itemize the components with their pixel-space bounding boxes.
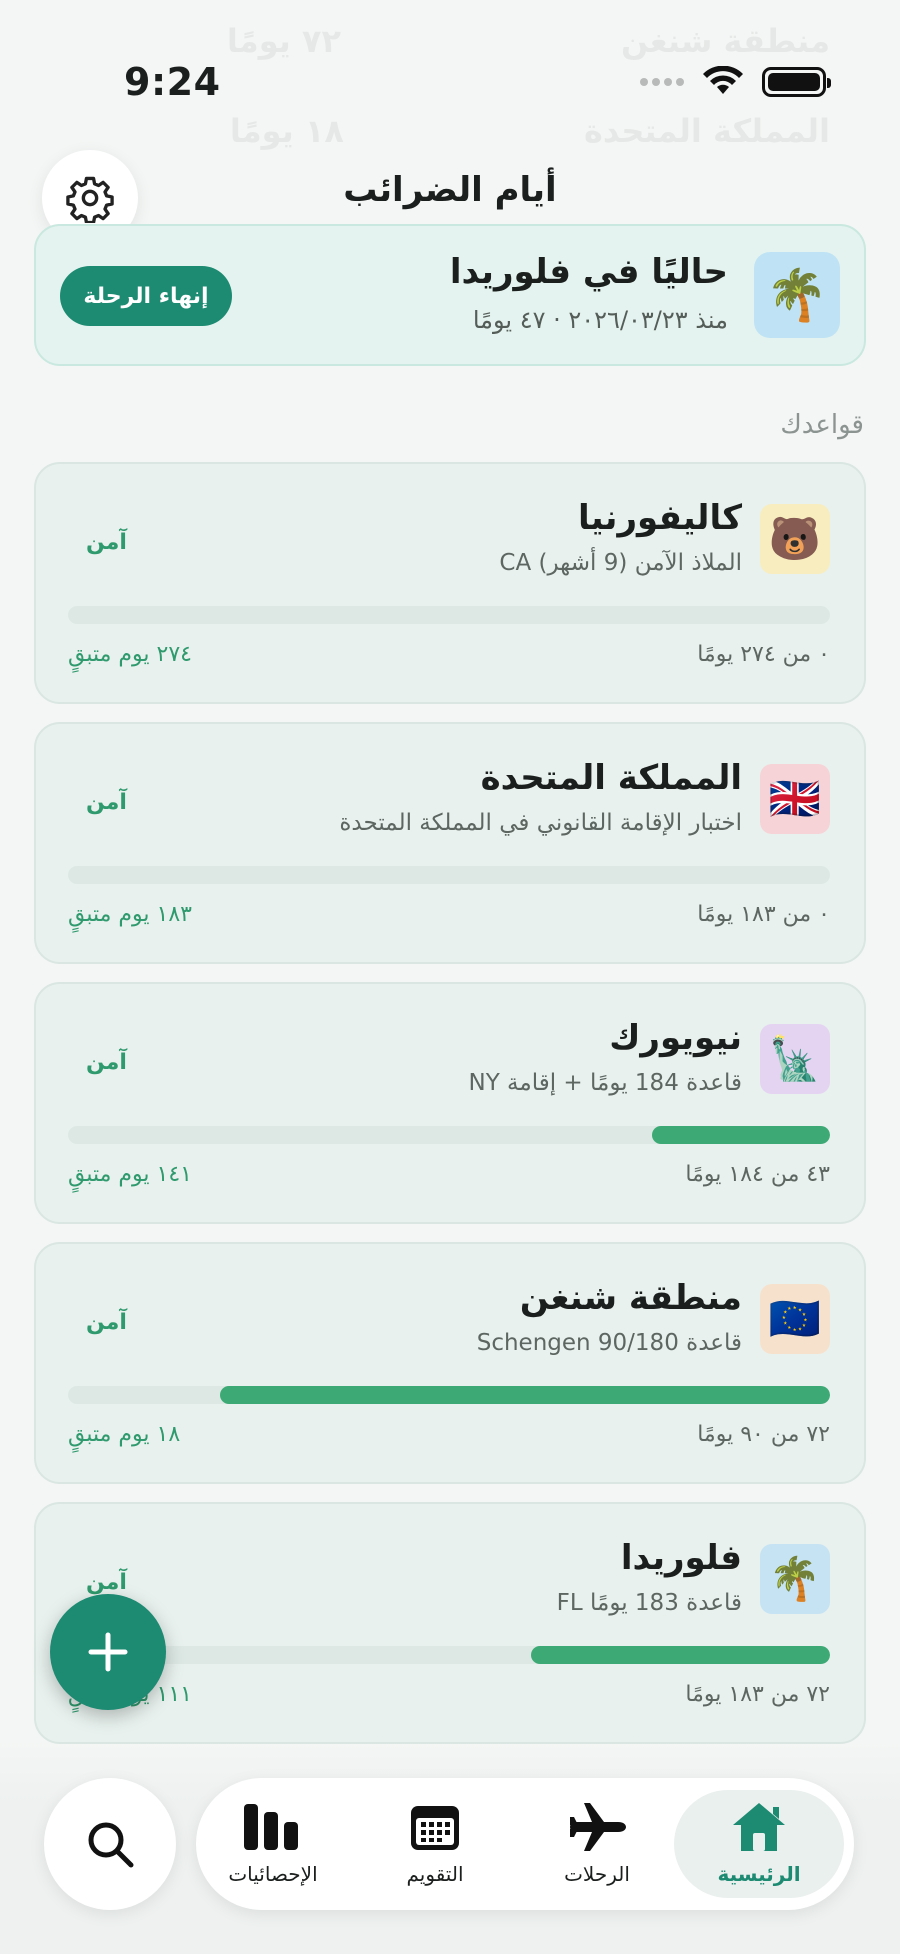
battery-icon [762,67,831,97]
rule-name: المملكة المتحدة [480,758,742,798]
progress-track [68,1386,830,1404]
days-remaining: ١٨ يوم متبقٍ [68,1422,181,1447]
rule-name: كاليفورنيا [578,498,742,538]
plane-icon [570,1803,626,1851]
plus-icon [88,1632,128,1672]
rule-description: قاعدة 184 يومًا + إقامة NY [468,1070,742,1096]
rule-description: اختبار الإقامة القانوني في المملكة المتح… [339,810,742,836]
status-icons [640,66,831,98]
tab-trips[interactable]: الرحلات [512,1790,682,1898]
rule-description: الملاذ الآمن (9 أشهر) CA [499,550,742,576]
days-remaining: ١٨٣ يوم متبقٍ [68,902,192,927]
rule-emoji: 🌴 [768,1554,822,1603]
status-badge: آمن [86,1570,127,1595]
search-icon [88,1822,134,1868]
tab-home[interactable]: الرئيسية [674,1790,844,1898]
days-remaining: ١٤١ يوم متبقٍ [68,1162,192,1187]
rule-card-uk[interactable]: 🇬🇧 المملكة المتحدة اختبار الإقامة القانو… [34,722,866,964]
progress-track [68,1646,830,1664]
progress-fill [651,1126,830,1144]
current-trip-emoji: 🌴 [765,265,829,324]
progress-track [68,1126,830,1144]
add-trip-button[interactable] [50,1594,166,1710]
rule-emoji: 🗽 [768,1034,822,1083]
rule-card-new-york[interactable]: 🗽 نيويورك قاعدة 184 يومًا + إقامة NY آمن… [34,982,866,1224]
days-used: ٠ من ١٨٣ يومًا [697,902,830,927]
status-badge: آمن [86,1310,127,1335]
days-used: ٧٢ من ١٨٣ يومًا [685,1682,830,1707]
search-button[interactable] [44,1778,176,1910]
palm-tree-icon: 🌴 [760,1544,830,1614]
tab-stats[interactable]: الإحصائيات [188,1790,358,1898]
days-remaining: ٢٧٤ يوم متبقٍ [68,642,192,667]
tab-label: التقويم [406,1862,464,1886]
bear-icon: 🐻 [760,504,830,574]
rule-description: قاعدة Schengen 90/180 [476,1330,742,1356]
rule-name: نيويورك [609,1018,742,1058]
rule-emoji: 🇬🇧 [768,774,822,823]
tab-calendar[interactable]: التقويم [350,1790,520,1898]
rule-description: قاعدة 183 يومًا FL [556,1590,742,1616]
current-trip-subtitle: منذ ٢٠٢٦/٠٣/٢٣ · ٤٧ يومًا [472,306,728,334]
tab-bar: الرئيسية الرحلات التقويم الإحصائيات [196,1778,854,1910]
progress-fill [220,1386,830,1404]
tab-label: الرئيسية [717,1862,801,1886]
rule-card-california[interactable]: 🐻 كاليفورنيا الملاذ الآمن (9 أشهر) CA آم… [34,462,866,704]
progress-track [68,606,830,624]
home-icon [733,1803,785,1851]
rule-card-florida[interactable]: 🌴 فلوريدا قاعدة 183 يومًا FL آمن ٧٢ من ١… [34,1502,866,1744]
rule-emoji: 🇪🇺 [768,1294,822,1343]
days-used: ٠ من ٢٧٤ يومًا [697,642,830,667]
rule-card-schengen[interactable]: 🇪🇺 منطقة شنغن قاعدة Schengen 90/180 آمن … [34,1242,866,1484]
header: أيام الضرائب [0,150,900,246]
rule-emoji: 🐻 [768,514,822,563]
stats-icon [244,1804,298,1850]
status-bar: 9:24 [0,0,900,120]
days-used: ٤٣ من ١٨٤ يومًا [685,1162,830,1187]
end-trip-button[interactable]: إنهاء الرحلة [60,266,232,326]
calendar-icon [411,1806,459,1850]
cellular-signal-icon [640,78,684,86]
rule-name: منطقة شنغن [519,1278,742,1318]
uk-flag-icon: 🇬🇧 [760,764,830,834]
days-used: ٧٢ من ٩٠ يومًا [697,1422,830,1447]
current-trip-card[interactable]: 🌴 حاليًا في فلوريدا منذ ٢٠٢٦/٠٣/٢٣ · ٤٧ … [34,224,866,366]
page-title: أيام الضرائب [343,170,557,210]
eu-flag-icon: 🇪🇺 [760,1284,830,1354]
rule-name: فلوريدا [620,1538,742,1578]
progress-fill [530,1646,830,1664]
tab-label: الإحصائيات [228,1862,318,1886]
status-time: 9:24 [124,60,221,104]
status-badge: آمن [86,530,127,555]
status-badge: آمن [86,1050,127,1075]
wifi-icon [703,66,743,94]
current-trip-title: حاليًا في فلوريدا [449,252,728,292]
section-label: قواعدك [780,410,864,440]
status-badge: آمن [86,790,127,815]
statue-of-liberty-icon: 🗽 [760,1024,830,1094]
palm-tree-icon: 🌴 [754,252,840,338]
tab-label: الرحلات [564,1862,630,1886]
progress-track [68,866,830,884]
